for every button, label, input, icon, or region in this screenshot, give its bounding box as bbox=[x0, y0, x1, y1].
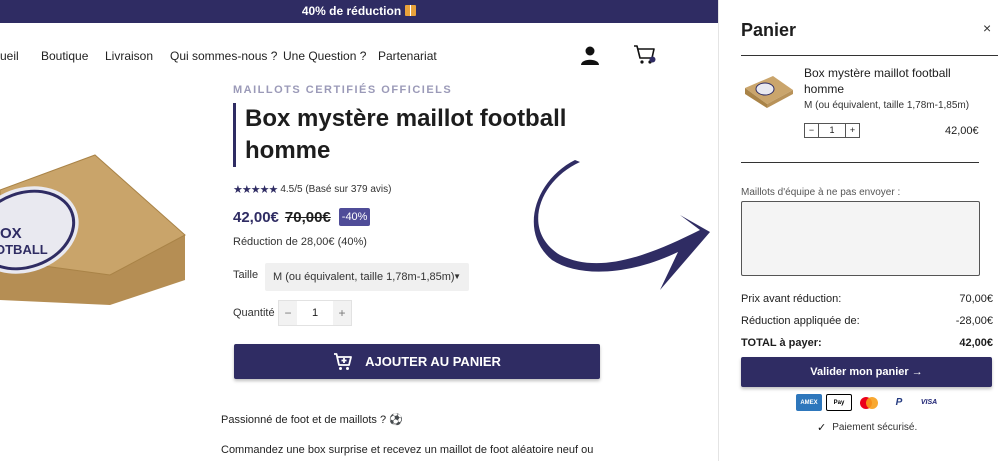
description-line-1: Passionné de foot et de maillots ? ⚽ bbox=[221, 414, 403, 426]
decorative-arrow-icon bbox=[533, 160, 710, 290]
gift-icon bbox=[405, 5, 417, 16]
add-to-cart-label: AJOUTER AU PANIER bbox=[365, 354, 501, 369]
size-label: Taille bbox=[233, 269, 259, 281]
cart-item-quantity-stepper: − 1 + bbox=[804, 123, 860, 138]
quantity-stepper: − 1 + bbox=[278, 300, 352, 326]
note-textarea[interactable] bbox=[741, 201, 980, 276]
price-row: 42,00€ 70,00€ -40% bbox=[233, 208, 371, 226]
nav-item-une-question[interactable]: Une Question ? bbox=[283, 49, 366, 63]
quantity-minus-button[interactable]: − bbox=[279, 301, 297, 325]
cart-item-variant: M (ou équivalent, taille 1,78m-1,85m) bbox=[804, 100, 970, 111]
cart-item-quantity-input[interactable]: 1 bbox=[818, 124, 846, 137]
payment-icons: AMEX Pay P VISA bbox=[796, 394, 942, 411]
paypal-icon: P bbox=[886, 394, 912, 411]
current-price: 42,00€ bbox=[233, 208, 279, 226]
secure-payment: ✓ Paiement sécurisé. bbox=[817, 421, 917, 434]
size-value: M (ou équivalent, taille 1,78m-1,85m) bbox=[273, 271, 455, 283]
cart-item-plus-button[interactable]: + bbox=[846, 124, 859, 137]
mastercard-icon bbox=[856, 394, 882, 411]
quantity-plus-button[interactable]: + bbox=[333, 301, 351, 325]
rating-text: 4.5/5 (Basé sur 379 avis) bbox=[280, 184, 392, 195]
cart-title: Panier bbox=[741, 20, 797, 40]
discount-badge: -40% bbox=[338, 208, 371, 226]
nav-item-qui-sommes-nous[interactable]: Qui sommes-nous ? bbox=[170, 49, 277, 63]
nav-item-accueil[interactable]: ueil bbox=[0, 49, 19, 63]
visa-icon: VISA bbox=[916, 394, 942, 411]
subtotal-row: Prix avant réduction: 70,00€ bbox=[741, 293, 993, 305]
quantity-label: Quantité bbox=[233, 307, 275, 319]
product-subtitle: MAILLOTS CERTIFIÉS OFFICIELS bbox=[233, 84, 453, 96]
subtotal-label: Prix avant réduction: bbox=[741, 293, 842, 305]
old-price: 70,00€ bbox=[284, 208, 331, 226]
add-to-cart-button[interactable]: AJOUTER AU PANIER bbox=[234, 344, 600, 379]
description-line-2: Commandez une box surprise et recevez un… bbox=[221, 444, 594, 461]
title-block: Box mystère maillot football homme bbox=[233, 103, 583, 167]
product-image: OX OTBALL bbox=[0, 154, 186, 305]
apple-pay-icon: Pay bbox=[826, 394, 852, 411]
cart-item-thumbnail bbox=[745, 76, 793, 108]
size-select[interactable]: M (ou équivalent, taille 1,78m-1,85m) ▼ bbox=[265, 263, 469, 291]
nav-item-partenariat[interactable]: Partenariat bbox=[378, 49, 437, 63]
amex-icon: AMEX bbox=[796, 394, 822, 411]
close-icon[interactable]: × bbox=[983, 20, 991, 36]
secure-payment-text: Paiement sécurisé. bbox=[832, 422, 918, 433]
add-to-cart-icon bbox=[334, 352, 352, 370]
nav-item-boutique[interactable]: Boutique bbox=[41, 49, 88, 63]
main-nav: ueil Boutique Livraison Qui sommes-nous … bbox=[0, 23, 718, 87]
nav-item-livraison[interactable]: Livraison bbox=[105, 49, 153, 63]
divider bbox=[741, 162, 979, 163]
box-logo-line1: OX bbox=[0, 225, 22, 242]
rating[interactable]: ★★★★★ 4.5/5 (Basé sur 379 avis) bbox=[233, 183, 391, 196]
discount-label: Réduction appliquée de: bbox=[741, 315, 860, 327]
cart-item-minus-button[interactable]: − bbox=[805, 124, 818, 137]
quantity-input[interactable]: 1 bbox=[297, 301, 333, 325]
promo-text: 40% de réduction bbox=[301, 4, 402, 18]
discount-value: -28,00€ bbox=[955, 315, 993, 327]
discount-row: Réduction appliquée de: -28,00€ bbox=[741, 315, 993, 327]
cart-item-price: 42,00€ bbox=[945, 125, 979, 137]
promo-banner: 40% de réduction bbox=[0, 0, 718, 23]
check-icon: ✓ bbox=[817, 422, 827, 434]
note-label: Maillots d'équipe à ne pas envoyer : bbox=[741, 187, 901, 198]
total-label: TOTAL à payer: bbox=[741, 337, 822, 349]
dropdown-caret-icon: ▼ bbox=[453, 272, 461, 281]
box-logo-line2: OTBALL bbox=[0, 242, 48, 257]
product-title: Box mystère maillot football homme bbox=[245, 105, 567, 164]
reduction-text: Réduction de 28,00€ (40%) bbox=[233, 236, 367, 248]
divider bbox=[741, 55, 998, 56]
account-icon[interactable] bbox=[580, 45, 600, 65]
star-rating-icon: ★★★★★ bbox=[233, 184, 278, 196]
subtotal-value: 70,00€ bbox=[959, 293, 993, 305]
cart-icon[interactable] bbox=[633, 44, 657, 66]
cart-item-name[interactable]: Box mystère maillot football homme bbox=[804, 65, 984, 97]
total-row: TOTAL à payer: 42,00€ bbox=[741, 337, 993, 349]
cart-drawer: Panier × Box mystère maillot football ho… bbox=[718, 0, 1000, 461]
total-value: 42,00€ bbox=[959, 337, 993, 349]
checkout-button[interactable]: Valider mon panier → bbox=[741, 357, 992, 387]
